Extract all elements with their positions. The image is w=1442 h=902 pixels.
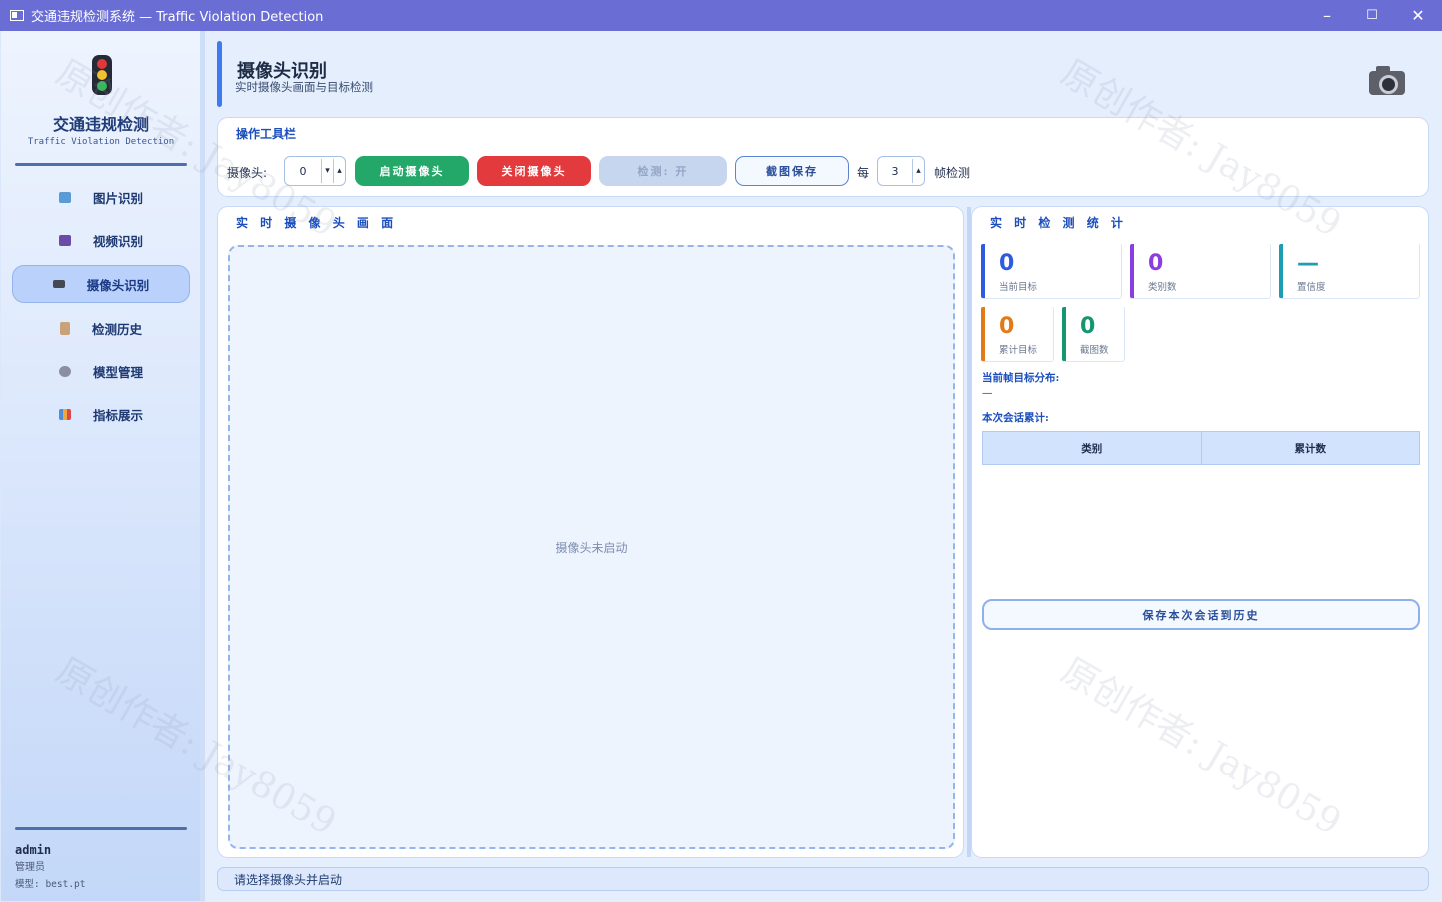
traffic-light-icon bbox=[92, 55, 112, 95]
stop-camera-button[interactable]: 关闭摄像头 bbox=[477, 156, 591, 186]
sidebar-item-label: 检测历史 bbox=[91, 321, 142, 337]
stat-screenshot-count: 0 截图数 bbox=[1062, 307, 1124, 361]
sidebar-item-label: 模型管理 bbox=[92, 364, 143, 380]
gear-icon bbox=[58, 365, 71, 377]
stat-label: 置信度 bbox=[1297, 282, 1326, 293]
stat-total-targets: 0 累计目标 bbox=[981, 307, 1053, 361]
camera-label: 摄像头: bbox=[227, 166, 268, 180]
stat-value: 0 bbox=[999, 314, 1015, 339]
model-name: 模型: best.pt bbox=[15, 879, 86, 890]
camera-preview-card: 实 时 摄 像 头 画 面 摄像头未启动 bbox=[217, 206, 964, 858]
stats-card: 实 时 检 测 统 计 0 当前目标 0 类别数 — 置信度 0 累计目标 0 … bbox=[971, 206, 1429, 858]
sidebar-item-models[interactable]: 模型管理 bbox=[12, 352, 190, 390]
stat-confidence: — 置信度 bbox=[1279, 244, 1419, 298]
stat-value: 0 bbox=[1080, 314, 1096, 339]
stat-label: 类别数 bbox=[1148, 282, 1177, 293]
image-icon bbox=[58, 191, 71, 203]
toolbar-title: 操作工具栏 bbox=[236, 127, 297, 141]
stat-label: 截图数 bbox=[1080, 345, 1109, 356]
frame-distribution-value: — bbox=[982, 387, 993, 399]
frame-interval-spinbox[interactable]: 3 ▴ bbox=[877, 156, 925, 186]
stat-value: 0 bbox=[1148, 251, 1164, 276]
spin-up-icon[interactable]: ▴ bbox=[912, 159, 924, 183]
frame-detect-label: 帧检测 bbox=[934, 166, 971, 180]
sidebar-item-label: 指标展示 bbox=[92, 407, 143, 423]
frame-interval-value: 3 bbox=[891, 164, 899, 178]
page-subtitle: 实时摄像头画面与目标检测 bbox=[235, 80, 373, 94]
main-content: 摄像头识别 实时摄像头画面与目标检测 操作工具栏 摄像头: 0 ▾ ▴ 启动摄像… bbox=[205, 31, 1442, 902]
sidebar-item-label: 视频识别 bbox=[92, 233, 143, 249]
bar-chart-icon bbox=[58, 408, 71, 420]
every-label: 每 bbox=[857, 166, 870, 180]
save-session-button[interactable]: 保存本次会话到历史 bbox=[982, 599, 1420, 630]
stat-current-targets: 0 当前目标 bbox=[981, 244, 1121, 298]
start-camera-button[interactable]: 启动摄像头 bbox=[355, 156, 469, 186]
camera-icon bbox=[1369, 66, 1405, 95]
status-bar: 请选择摄像头并启动 bbox=[217, 867, 1429, 891]
scroll-icon bbox=[59, 321, 70, 335]
brand-title: 交通违规检测 bbox=[52, 115, 149, 134]
session-table: 类别 累计数 bbox=[982, 431, 1420, 465]
camera-spinbox[interactable]: 0 ▾ ▴ bbox=[284, 156, 346, 186]
maximize-button[interactable]: ☐ bbox=[1349, 0, 1395, 31]
close-button[interactable]: ✕ bbox=[1395, 0, 1441, 31]
stat-label: 当前目标 bbox=[999, 282, 1038, 293]
sidebar-divider bbox=[15, 827, 187, 830]
app-icon bbox=[10, 10, 24, 21]
user-role: 管理员 bbox=[15, 862, 45, 873]
stat-value: — bbox=[1297, 251, 1319, 276]
toolbar-card: 操作工具栏 摄像头: 0 ▾ ▴ 启动摄像头 关闭摄像头 检测: 开 截图保存 … bbox=[217, 117, 1429, 197]
user-name: admin bbox=[15, 843, 52, 857]
stat-label: 累计目标 bbox=[999, 345, 1038, 356]
sidebar-item-camera[interactable]: 摄像头识别 bbox=[12, 265, 190, 303]
camera-viewport[interactable]: 摄像头未启动 bbox=[228, 245, 955, 849]
camera-icon bbox=[52, 280, 65, 288]
capture-save-button[interactable]: 截图保存 bbox=[735, 156, 849, 186]
table-header: 类别 累计数 bbox=[982, 431, 1420, 465]
brand-subtitle: Traffic Violation Detection bbox=[27, 137, 175, 147]
sidebar: 交通违规检测 Traffic Violation Detection 图片识别 … bbox=[1, 31, 205, 901]
sidebar-divider bbox=[15, 163, 187, 166]
sidebar-item-label: 摄像头识别 bbox=[86, 277, 150, 293]
spin-down-icon[interactable]: ▾ bbox=[321, 159, 333, 183]
stat-class-count: 0 类别数 bbox=[1130, 244, 1270, 298]
clapper-icon bbox=[58, 234, 71, 246]
sidebar-item-label: 图片识别 bbox=[92, 190, 143, 206]
stat-value: 0 bbox=[999, 251, 1015, 276]
frame-distribution-label: 当前帧目标分布: bbox=[982, 372, 1060, 384]
camera-placeholder: 摄像头未启动 bbox=[555, 541, 628, 555]
window-title-bar: 交通违规检测系统 — Traffic Violation Detection –… bbox=[0, 0, 1442, 31]
preview-title: 实 时 摄 像 头 画 面 bbox=[236, 216, 394, 230]
window-title: 交通违规检测系统 — Traffic Violation Detection bbox=[31, 10, 324, 25]
sidebar-item-history[interactable]: 检测历史 bbox=[12, 309, 190, 347]
session-total-label: 本次会话累计: bbox=[982, 412, 1049, 424]
column-header-count[interactable]: 累计数 bbox=[1202, 432, 1420, 464]
sidebar-item-image[interactable]: 图片识别 bbox=[12, 178, 190, 216]
spin-up-icon[interactable]: ▴ bbox=[333, 159, 345, 183]
column-header-class[interactable]: 类别 bbox=[983, 432, 1202, 464]
detect-toggle-button[interactable]: 检测: 开 bbox=[599, 156, 727, 186]
minimize-button[interactable]: – bbox=[1304, 0, 1350, 31]
sidebar-item-metrics[interactable]: 指标展示 bbox=[12, 395, 190, 433]
sidebar-item-video[interactable]: 视频识别 bbox=[12, 221, 190, 259]
stats-title: 实 时 检 测 统 计 bbox=[990, 216, 1123, 230]
header-accent bbox=[217, 41, 222, 107]
camera-index-value: 0 bbox=[299, 164, 307, 178]
